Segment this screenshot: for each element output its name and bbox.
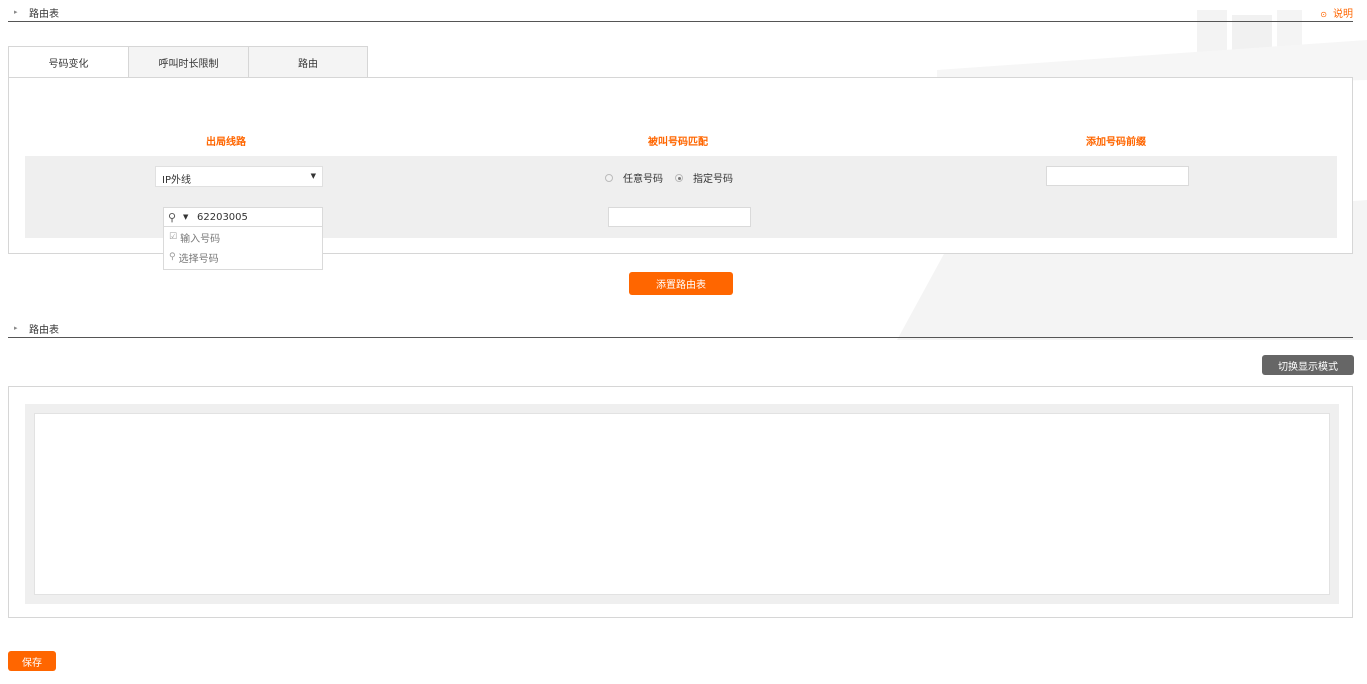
outbound-number-value: 62203005 <box>197 212 248 223</box>
radio-any-number[interactable] <box>605 173 613 182</box>
tab-number-change[interactable]: 号码变化 <box>8 46 128 78</box>
help-link[interactable]: ⊙ 说明 <box>1320 5 1353 20</box>
chevron-down-icon[interactable]: ▼ <box>183 213 188 221</box>
outbound-line-value: IP外线 <box>162 175 191 186</box>
help-label: 说明 <box>1333 9 1353 20</box>
outbound-line-heading: 出局线路 <box>206 137 246 148</box>
radio-any-label: 任意号码 <box>623 174 663 185</box>
menu-item-input-number[interactable]: ☑ 输入号码 <box>164 227 322 247</box>
route-section-header: ▸ 路由表 ⊙ 说明 <box>8 2 1353 22</box>
help-icon: ⊙ <box>1320 10 1327 19</box>
switch-display-mode-button[interactable]: 切换显示模式 <box>1262 355 1354 375</box>
menu-item-select-number[interactable]: ⚲ 选择号码 <box>164 247 322 267</box>
specified-number-input[interactable] <box>608 207 751 227</box>
route-table-panel <box>8 386 1353 618</box>
tab-bar: 号码变化 呼叫时长限制 路由 <box>8 46 368 78</box>
menu-input-number-label: 输入号码 <box>180 233 221 245</box>
collapse-arrow-icon[interactable]: ▸ <box>14 8 18 16</box>
route-table-frame <box>25 404 1339 604</box>
add-prefix-input[interactable] <box>1046 166 1189 186</box>
menu-select-number-label: 选择号码 <box>178 253 219 265</box>
search-icon: ⚲ <box>169 252 176 262</box>
outbound-number-search[interactable]: ⚲ ▼ 62203005 <box>163 207 323 227</box>
radio-specified-label: 指定号码 <box>693 174 733 185</box>
called-number-radio-group: 任意号码 指定号码 <box>605 170 745 185</box>
route-table-section-header: ▸ 路由表 <box>8 318 1353 338</box>
collapse-arrow-icon[interactable]: ▸ <box>14 324 18 332</box>
section-title: 路由表 <box>29 9 59 20</box>
called-number-match-heading: 被叫号码匹配 <box>648 137 708 148</box>
route-table-title: 路由表 <box>29 325 59 336</box>
save-button[interactable]: 保存 <box>8 651 56 671</box>
tab-call-duration-limit[interactable]: 呼叫时长限制 <box>128 46 248 78</box>
number-source-menu: ☑ 输入号码 ⚲ 选择号码 <box>163 227 323 270</box>
dropdown-caret-icon: ▼ <box>310 172 316 180</box>
add-route-button[interactable]: 添置路由表 <box>629 272 733 295</box>
add-prefix-heading: 添加号码前缀 <box>1086 137 1146 148</box>
edit-icon: ☑ <box>169 232 178 242</box>
tab-routing[interactable]: 路由 <box>248 46 368 78</box>
radio-specified-number[interactable] <box>675 173 683 182</box>
outbound-line-select[interactable]: IP外线 ▼ <box>155 166 323 187</box>
search-icon: ⚲ <box>168 211 177 224</box>
route-table-content <box>34 413 1330 595</box>
